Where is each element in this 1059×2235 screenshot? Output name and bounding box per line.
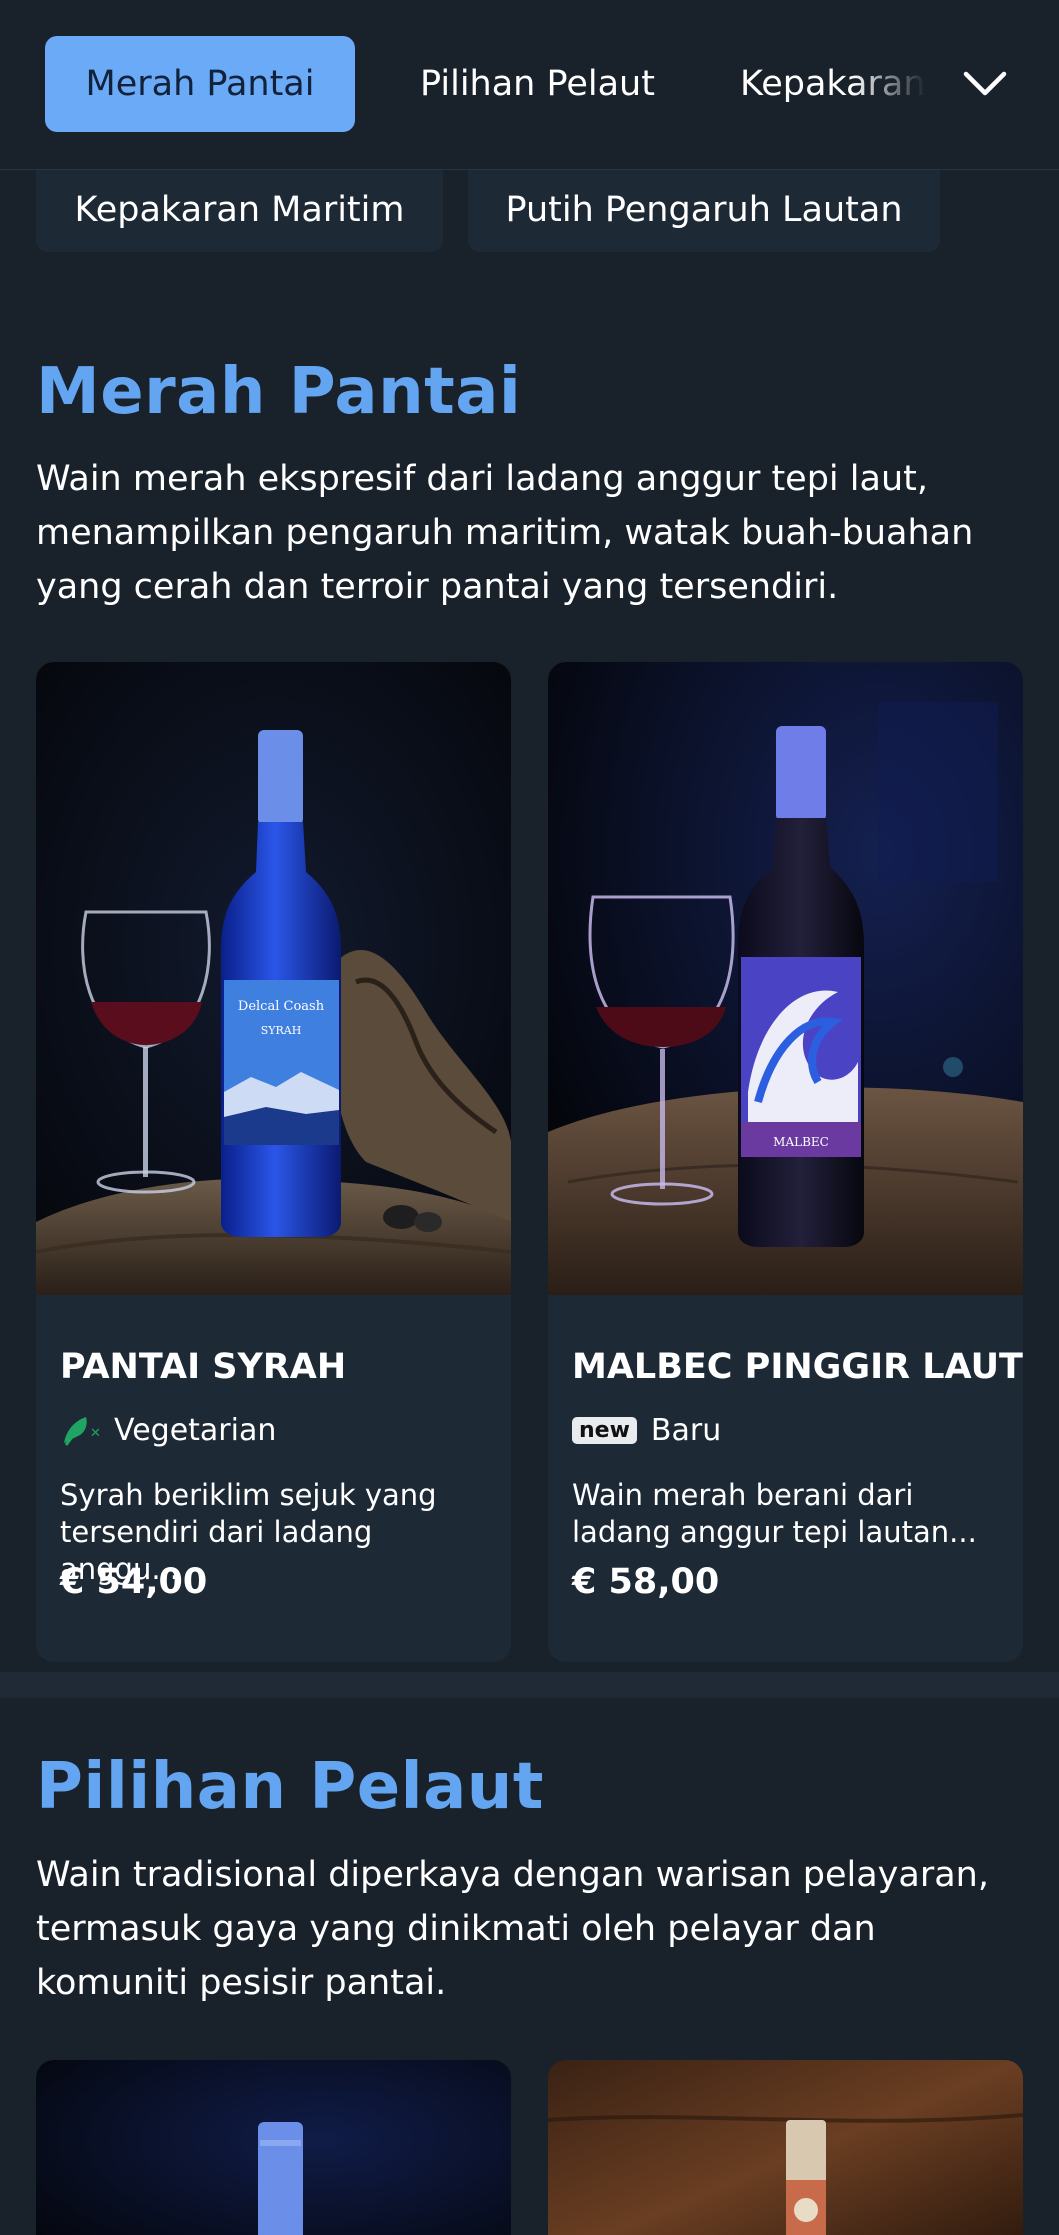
product-image-partial: [548, 2060, 1023, 2235]
svg-text:✕: ✕: [90, 1426, 100, 1441]
vegetarian-badge: ✕ Vegetarian: [60, 1410, 276, 1450]
section-title-merah-pantai: Merah Pantai: [36, 355, 522, 429]
product-card-malbec-pinggir-laut[interactable]: MALBEC MALBEC PINGGIR LAUT new Baru Wain…: [548, 662, 1023, 1662]
new-badge-icon: new: [572, 1416, 637, 1444]
tab-kepakaran-label: Kepakaran: [740, 64, 926, 104]
new-badge-icon-text: new: [572, 1416, 637, 1444]
bottle-label-brand: Delcal Coash: [238, 999, 325, 1014]
product-card-partial[interactable]: [36, 2060, 511, 2235]
section-description: Wain tradisional diperkaya dengan warisa…: [36, 1855, 989, 2003]
bottle-label-variety: MALBEC: [773, 1135, 829, 1149]
tab-merah-pantai[interactable]: Merah Pantai: [45, 36, 355, 132]
product-image-malbec-pinggir-laut: MALBEC: [548, 662, 1023, 1295]
section-description: Wain merah ekspresif dari ladang anggur …: [36, 459, 974, 607]
section-title-pilihan-pelaut: Pilihan Pelaut: [36, 1750, 544, 1824]
tab-pilihan-pelaut[interactable]: Pilihan Pelaut: [390, 36, 685, 132]
badge-label: Baru: [650, 1412, 722, 1448]
new-badge: new Baru: [572, 1410, 721, 1450]
chevron-down-icon[interactable]: [955, 54, 1015, 114]
chip-putih-pengaruh-lautan[interactable]: Putih Pengaruh Lautan: [468, 168, 940, 252]
vegetarian-leaf-icon: ✕: [60, 1413, 100, 1447]
chip-kepakaran-maritim[interactable]: Kepakaran Maritim: [36, 168, 443, 252]
tab-kepakaran[interactable]: Kepakaran: [740, 36, 940, 132]
badge-label: Vegetarian: [114, 1412, 277, 1448]
product-name: PANTAI SYRAH: [60, 1347, 347, 1387]
product-price: € 58,00: [572, 1562, 720, 1602]
product-price: € 54,00: [60, 1562, 208, 1602]
product-name: MALBEC PINGGIR LAUT: [572, 1347, 1023, 1387]
product-card-partial[interactable]: [548, 2060, 1023, 2235]
category-tab-bar: Merah Pantai Pilihan Pelaut Kepakaran: [0, 0, 1059, 170]
product-description: Wain merah berani dari ladang anggur tep…: [572, 1478, 977, 1549]
section-divider: [0, 1672, 1059, 1698]
product-image-pantai-syrah: Delcal Coash SYRAH: [36, 662, 511, 1295]
product-image-partial: [36, 2060, 511, 2235]
bottle-label-variety: SYRAH: [261, 1024, 302, 1037]
product-card-pantai-syrah[interactable]: Delcal Coash SYRAH PANTAI SYRAH ✕ Vegeta…: [36, 662, 511, 1662]
